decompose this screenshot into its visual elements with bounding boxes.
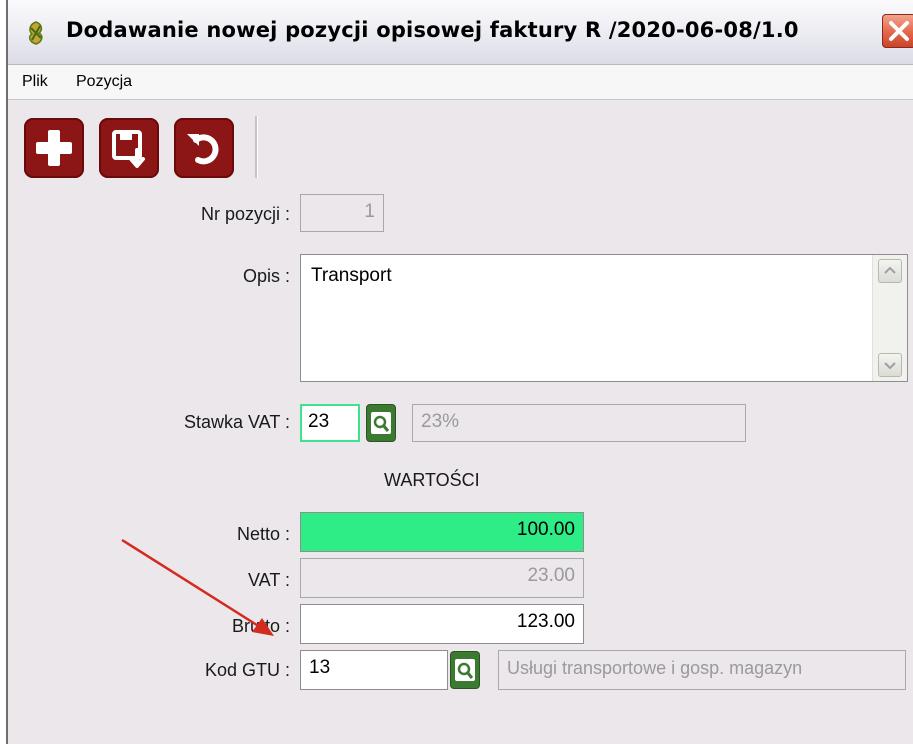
- kod-gtu-description: Usługi transportowe i gosp. magazyn: [498, 650, 906, 690]
- dialog-window: Dodawanie nowej pozycji opisowej faktury…: [6, 0, 913, 744]
- close-button[interactable]: [882, 14, 913, 48]
- scroll-down-button[interactable]: [878, 353, 902, 377]
- close-icon: [889, 21, 909, 41]
- chevron-up-icon: [884, 266, 896, 274]
- chevron-down-icon: [884, 362, 896, 370]
- lookup-icon: [455, 659, 475, 681]
- annotation-arrow-icon: [121, 538, 274, 636]
- kod-gtu-lookup-button[interactable]: [450, 651, 480, 689]
- scroll-up-button[interactable]: [878, 259, 902, 283]
- stawka-vat-description: 23%: [412, 404, 746, 442]
- opis-scrollbar[interactable]: [872, 255, 907, 381]
